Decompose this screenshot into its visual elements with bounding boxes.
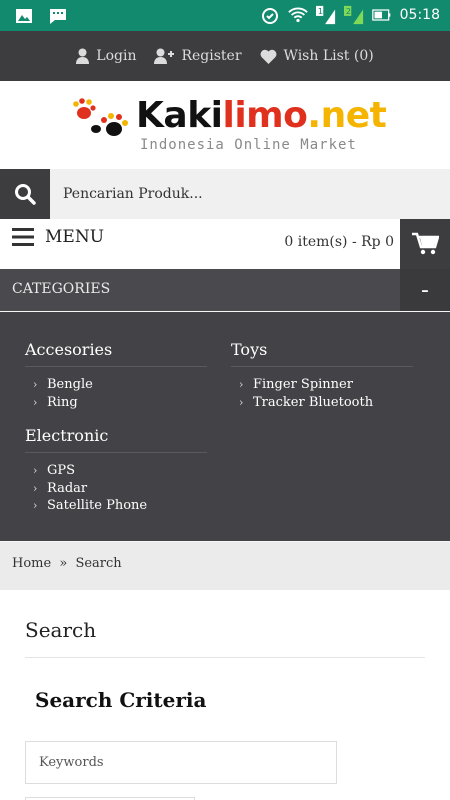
- add-user-icon: [154, 48, 175, 64]
- account-bar: Login Register Wish List (0): [0, 31, 450, 81]
- site-logo[interactable]: Kakilimo.net Indonesia Online Market: [70, 95, 390, 155]
- cart-icon: [412, 232, 439, 255]
- category-item-label: GPS: [47, 463, 76, 478]
- breadcrumb-separator: »: [59, 556, 68, 571]
- login-label: Login: [96, 48, 137, 64]
- status-bar: 1 2 05:18: [0, 0, 450, 31]
- category-heading[interactable]: Accesories: [25, 340, 207, 367]
- breadcrumb-home[interactable]: Home: [12, 556, 51, 571]
- category-item-label: Bengle: [47, 377, 93, 392]
- alarm-icon: [261, 8, 278, 24]
- cart-button[interactable]: [400, 219, 450, 269]
- categories-collapse-button[interactable]: -: [400, 269, 450, 311]
- wifi-icon: [287, 7, 308, 23]
- menu-toggle[interactable]: MENU: [12, 227, 104, 247]
- sim1-label: 1: [317, 6, 322, 16]
- divider: [25, 657, 425, 658]
- signal-sim1-icon: 1: [315, 5, 335, 25]
- category-item[interactable]: › Satellite Phone: [25, 497, 207, 515]
- gallery-icon: [16, 9, 32, 23]
- categories-panel: Accesories › Bengle › Ring Electronic › GPS…: [0, 312, 450, 541]
- wishlist-link[interactable]: Wish List (0): [260, 48, 374, 64]
- category-heading[interactable]: Toys: [231, 340, 413, 367]
- menu-row: MENU 0 item(s) - Rp 0: [0, 219, 450, 269]
- search-bar: [0, 169, 450, 219]
- chevron-right-icon: ›: [33, 481, 38, 495]
- search-button[interactable]: [0, 169, 50, 219]
- brand-accent: limo: [222, 95, 308, 136]
- category-item[interactable]: › Finger Spinner: [231, 376, 413, 394]
- keywords-input[interactable]: [25, 741, 337, 784]
- paw-prints-icon: [73, 98, 128, 136]
- category-group-electronic: Electronic › GPS › Radar › Satellite Phone: [25, 426, 207, 515]
- search-criteria-heading: Search Criteria: [35, 688, 207, 712]
- menu-label: MENU: [45, 227, 105, 247]
- heart-icon: [260, 49, 276, 64]
- status-right: 1 2 05:18: [260, 5, 440, 25]
- brand-suffix: .net: [307, 95, 387, 136]
- categories-header[interactable]: CATEGORIES -: [0, 269, 450, 311]
- category-item-label: Finger Spinner: [253, 377, 353, 392]
- breadcrumb: Home » Search: [0, 542, 450, 590]
- chevron-right-icon: ›: [239, 395, 244, 409]
- chevron-right-icon: ›: [33, 378, 38, 391]
- register-link[interactable]: Register: [154, 48, 242, 64]
- main-content: Search Search Criteria: [0, 590, 450, 800]
- chevron-right-icon: ›: [33, 499, 38, 512]
- category-heading[interactable]: Electronic: [25, 426, 207, 453]
- logo-header: Kakilimo.net Indonesia Online Market: [0, 81, 450, 169]
- cart-summary[interactable]: 0 item(s) - Rp 0: [284, 234, 394, 250]
- category-item[interactable]: › Ring: [25, 394, 207, 412]
- category-item-label: Tracker Bluetooth: [253, 394, 374, 410]
- battery-icon: [371, 9, 390, 21]
- category-item[interactable]: › Radar: [25, 480, 207, 498]
- chevron-right-icon: ›: [239, 378, 244, 391]
- chevron-right-icon: ›: [33, 395, 38, 409]
- user-icon: [76, 48, 90, 64]
- category-item-label: Satellite Phone: [47, 498, 148, 513]
- breadcrumb-current[interactable]: Search: [75, 556, 121, 571]
- categories-title: CATEGORIES: [12, 281, 111, 297]
- page-title: Search: [25, 618, 97, 642]
- signal-sim2-icon: 2: [343, 5, 363, 25]
- category-group-toys: Toys › Finger Spinner › Tracker Bluetooth: [231, 340, 413, 411]
- chevron-right-icon: ›: [33, 464, 38, 477]
- status-left: [14, 6, 68, 26]
- brand-main: Kaki: [136, 95, 223, 136]
- wishlist-label: Wish List (0): [283, 48, 374, 64]
- register-label: Register: [181, 48, 242, 64]
- chat-icon: [50, 9, 66, 24]
- category-group-accesories: Accesories › Bengle › Ring: [25, 340, 207, 411]
- brand-wordmark: Kakilimo.net: [136, 95, 387, 136]
- search-input[interactable]: [50, 169, 450, 219]
- category-item-label: Ring: [47, 394, 78, 410]
- category-item[interactable]: › Tracker Bluetooth: [231, 394, 413, 412]
- category-item-label: Radar: [47, 480, 88, 496]
- category-item[interactable]: › Bengle: [25, 376, 207, 394]
- category-item[interactable]: › GPS: [25, 462, 207, 480]
- sim2-label: 2: [345, 6, 350, 16]
- hamburger-icon: [12, 228, 34, 246]
- brand-tagline: Indonesia Online Market: [140, 137, 357, 153]
- search-icon: [15, 184, 36, 205]
- clock: 05:18: [399, 7, 440, 23]
- login-link[interactable]: Login: [76, 48, 136, 64]
